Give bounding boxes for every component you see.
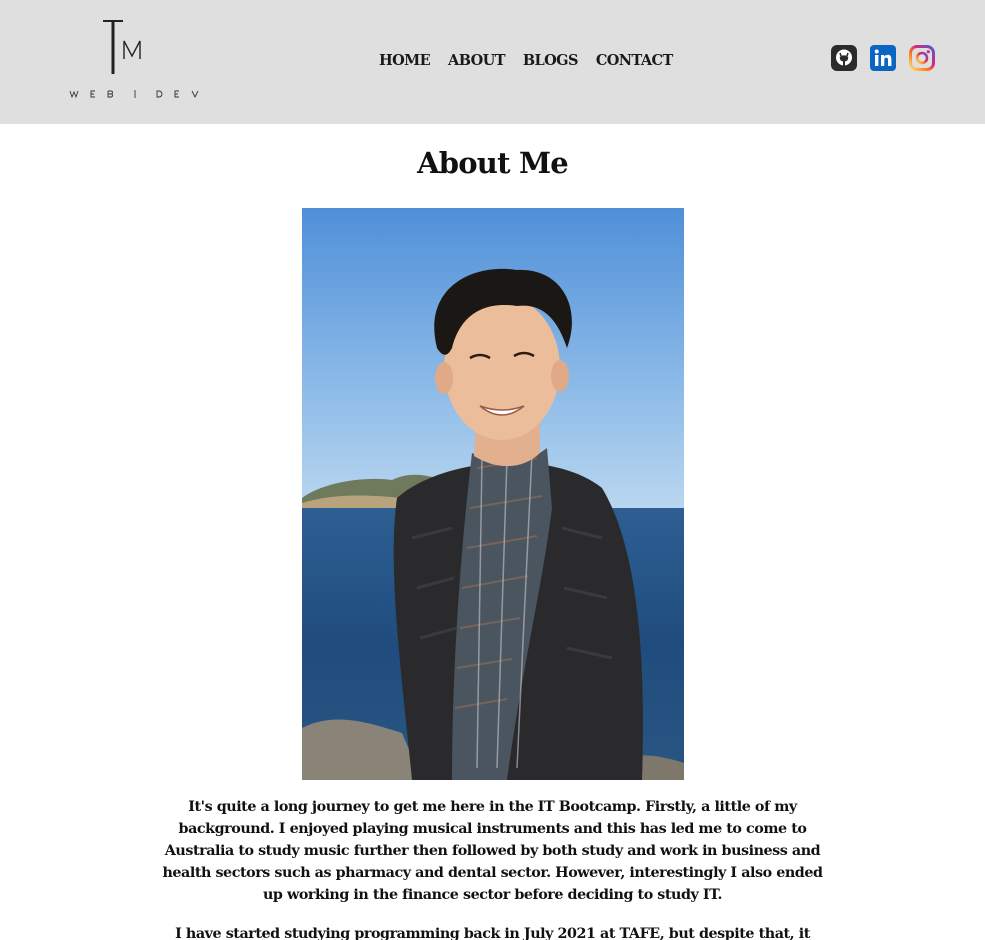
instagram-icon[interactable] — [909, 45, 935, 71]
nav-home-link[interactable]: HOME — [370, 52, 439, 69]
bio-paragraph: I have started studying programming back… — [175, 926, 810, 940]
main-nav: HOME ABOUT BLOGS CONTACT — [370, 52, 682, 69]
site-logo[interactable] — [68, 14, 202, 102]
logo-mark — [69, 20, 199, 99]
social-links — [831, 45, 935, 71]
page-title: About Me — [417, 146, 569, 180]
nav-blogs-link[interactable]: BLOGS — [514, 52, 587, 69]
site-header: HOME ABOUT BLOGS CONTACT — [0, 0, 985, 124]
nav-contact-link[interactable]: CONTACT — [587, 52, 682, 69]
bio-paragraph: It's quite a long journey to get me here… — [162, 799, 823, 903]
linkedin-icon[interactable] — [870, 45, 896, 71]
bio-section: It's quite a long journey to get me here… — [160, 796, 825, 940]
profile-photo — [302, 208, 684, 780]
nav-about-link[interactable]: ABOUT — [439, 52, 514, 69]
github-icon[interactable] — [831, 45, 857, 71]
